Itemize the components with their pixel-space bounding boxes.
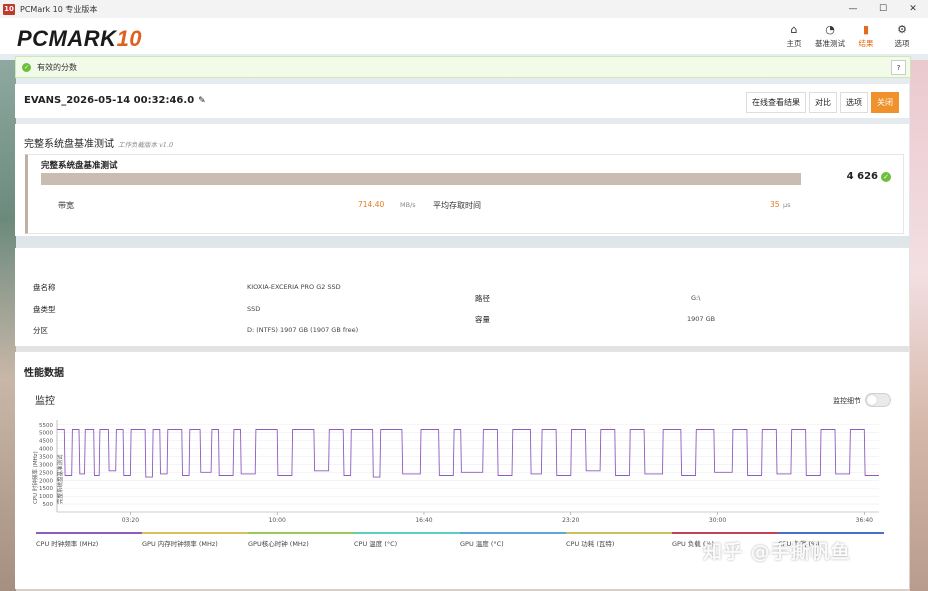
- series-line-cpu-clock: [57, 429, 879, 478]
- score-bar: [41, 173, 801, 185]
- capacity-value: 1907 GB: [687, 315, 716, 323]
- edit-pencil-icon[interactable]: ✎: [198, 96, 206, 106]
- result-name-text: EVANS_2026-05-14 00:32:46.0: [24, 95, 195, 106]
- window-controls: — ☐ ✕: [838, 0, 928, 18]
- help-icon[interactable]: ?: [891, 60, 906, 75]
- legend-item[interactable]: CPU 功耗 (瓦特): [566, 532, 672, 548]
- view-online-button[interactable]: 在线查看结果: [746, 92, 806, 113]
- bandwidth-label: 带宽: [58, 201, 74, 210]
- y-tick-label: 500: [43, 502, 54, 508]
- drive-type-value: SSD: [247, 305, 261, 313]
- x-tick-label: 36:40: [856, 517, 873, 524]
- close-icon[interactable]: ✕: [898, 0, 928, 18]
- nav-results[interactable]: ▮ 结果: [848, 22, 884, 49]
- check-icon: ✓: [22, 62, 31, 72]
- test-name: 完整系统盘基准测试: [41, 161, 118, 171]
- access-time-unit: µs: [783, 201, 791, 209]
- workload-version: 工作负载版本 v1.0: [118, 141, 174, 149]
- path-value: G:\: [691, 294, 701, 302]
- drive-name-label: 盘名称: [33, 283, 56, 292]
- score-panel: 完整系统盘基准测试 工作负载版本 v1.0 完整系统盘基准测试 4 626 ✓ 带宽…: [15, 124, 909, 236]
- result-actions: 在线查看结果 对比 选项 关闭: [746, 92, 899, 113]
- pcmark-logo: PCMARK10: [17, 26, 142, 52]
- app-icon: 10: [3, 3, 15, 15]
- nav-benchmarks[interactable]: ◔ 基准测试: [812, 22, 848, 49]
- y-tick-label: 5500: [39, 423, 53, 429]
- toggle-knob: [867, 395, 877, 405]
- main-nav: ⌂ 主页 ◔ 基准测试 ▮ 结果 ⚙ 选项: [776, 22, 920, 49]
- x-tick-label: 10:00: [269, 517, 286, 524]
- x-tick-label: 16:40: [415, 517, 432, 524]
- monitor-chart: 500 1000 1500 2000 2500 3000 35004000 4500 5000 5…: [31, 420, 879, 524]
- gauge-icon: ◔: [825, 23, 835, 36]
- background-right-strip: [910, 60, 928, 591]
- benchmark-title: 完整系统盘基准测试: [24, 139, 114, 150]
- logo-ten: 10: [116, 26, 143, 51]
- valid-score-text: 有效的分数: [37, 62, 77, 72]
- bar-chart-icon: ▮: [862, 23, 870, 36]
- perf-title: 性能数据: [24, 368, 64, 379]
- drive-info-panel: 盘名称 KIOXIA-EXCERIA PRO G2 SSD 盘类型 SSD 分区…: [15, 248, 909, 346]
- access-time-label: 平均存取时间: [433, 201, 481, 210]
- nav-options[interactable]: ⚙ 选项: [884, 22, 920, 49]
- maximize-icon[interactable]: ☐: [868, 0, 898, 18]
- options-button[interactable]: 选项: [840, 92, 868, 113]
- y-tick-label: 1500: [39, 486, 53, 492]
- background-left-strip: [0, 60, 16, 591]
- home-icon: ⌂: [790, 23, 798, 36]
- overall-score: 4 626 ✓: [847, 171, 891, 182]
- monitor-details-label: 监控细节: [833, 397, 861, 405]
- y-tick-label: 4500: [39, 439, 53, 445]
- window-titlebar: 10 PCMark 10 专业版本 — ☐ ✕: [0, 0, 928, 19]
- logo-text: PCMARK: [17, 26, 117, 51]
- watermark-text: 知乎 @手撕帆鱼: [703, 541, 851, 563]
- monitor-details-toggle[interactable]: [865, 393, 891, 407]
- y-tick-label: 2000: [39, 478, 53, 484]
- capacity-label: 容量: [475, 315, 490, 324]
- y-tick-label: 5000: [39, 431, 53, 437]
- nav-home[interactable]: ⌂ 主页: [776, 22, 812, 49]
- nav-benchmarks-label: 基准测试: [815, 39, 845, 48]
- legend-item[interactable]: GPU核心时钟 (MHz): [248, 532, 354, 548]
- path-label: 路径: [475, 294, 490, 303]
- x-tick-label: 30:00: [709, 517, 726, 524]
- gear-icon: ⚙: [897, 23, 907, 36]
- score-card: 完整系统盘基准测试 4 626 ✓ 带宽 714.40 MB/s 平均存取时间 3…: [25, 154, 904, 234]
- x-tick-label: 23:20: [562, 517, 579, 524]
- score-panel-title: 完整系统盘基准测试 工作负载版本 v1.0: [24, 135, 173, 150]
- nav-options-label: 选项: [894, 39, 910, 48]
- valid-score-bar: ✓ 有效的分数 ?: [15, 56, 911, 78]
- access-time-value: 35: [770, 200, 780, 209]
- y-tick-label: 3000: [39, 462, 53, 468]
- minimize-icon[interactable]: —: [838, 0, 868, 18]
- legend-item[interactable]: GPU 内存时钟频率 (MHz): [142, 532, 248, 548]
- x-tick-label: 03:20: [122, 517, 139, 524]
- score-value: 4 626: [846, 171, 878, 182]
- compare-button[interactable]: 对比: [809, 92, 837, 113]
- check-circle-icon: ✓: [881, 171, 891, 182]
- monitor-title: 监控: [35, 396, 55, 407]
- drive-name-value: KIOXIA-EXCERIA PRO G2 SSD: [247, 283, 341, 291]
- y-tick-label: 2500: [39, 470, 53, 476]
- y-tick-label: 3500: [39, 454, 53, 460]
- result-header: EVANS_2026-05-14 00:32:46.0 ✎ 在线查看结果 对比 选…: [15, 84, 909, 118]
- y-tick-label: 1000: [39, 494, 53, 500]
- y-tick-label: 4000: [39, 447, 53, 453]
- app-header: PCMARK10 ⌂ 主页 ◔ 基准测试 ▮ 结果 ⚙ 选项: [0, 18, 928, 54]
- legend-item[interactable]: CPU 温度 (°C): [354, 532, 460, 548]
- y-axis-label: CPU 时钟频率 (MHz): [31, 451, 39, 504]
- nav-results-label: 结果: [858, 39, 874, 48]
- legend-item[interactable]: CPU 时钟频率 (MHz): [36, 532, 142, 548]
- benchmark-span-label: 完整系统盘基准测试: [56, 454, 64, 504]
- result-name: EVANS_2026-05-14 00:32:46.0 ✎: [24, 95, 206, 106]
- drive-type-label: 盘类型: [33, 305, 56, 314]
- partition-label: 分区: [33, 326, 48, 335]
- partition-value: D: (NTFS) 1907 GB (1907 GB free): [247, 326, 359, 334]
- window-title: PCMark 10 专业版本: [20, 4, 98, 14]
- nav-home-label: 主页: [786, 39, 802, 48]
- close-result-button[interactable]: 关闭: [871, 92, 899, 113]
- bandwidth-unit: MB/s: [400, 201, 416, 209]
- legend-item[interactable]: GPU 温度 (°C): [460, 532, 566, 548]
- bandwidth-value: 714.40: [358, 200, 385, 209]
